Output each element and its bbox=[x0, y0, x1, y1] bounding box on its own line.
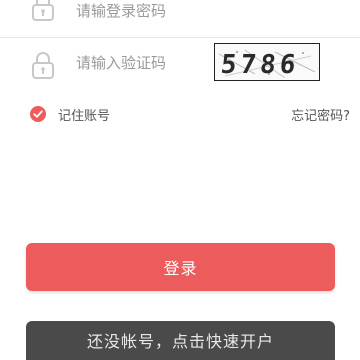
forgot-password-link[interactable]: 忘记密码? bbox=[291, 105, 350, 124]
login-button[interactable]: 登录 bbox=[26, 243, 335, 291]
captcha-image[interactable]: 5786 bbox=[214, 43, 320, 81]
captcha-code: 5786 bbox=[219, 50, 301, 80]
lock-icon bbox=[30, 50, 56, 80]
captcha-row: 5786 bbox=[0, 38, 360, 88]
remember-account-label: 记住账号 bbox=[58, 108, 111, 124]
password-input[interactable] bbox=[76, 0, 276, 26]
remember-account-checkbox[interactable]: 记住账号 bbox=[30, 104, 110, 124]
check-circle-icon bbox=[30, 106, 46, 122]
captcha-noise: 5786 bbox=[218, 49, 316, 80]
register-button[interactable]: 还没帐号，点击快速开户 bbox=[26, 321, 335, 360]
password-row bbox=[0, 0, 360, 38]
lock-icon bbox=[30, 0, 56, 22]
